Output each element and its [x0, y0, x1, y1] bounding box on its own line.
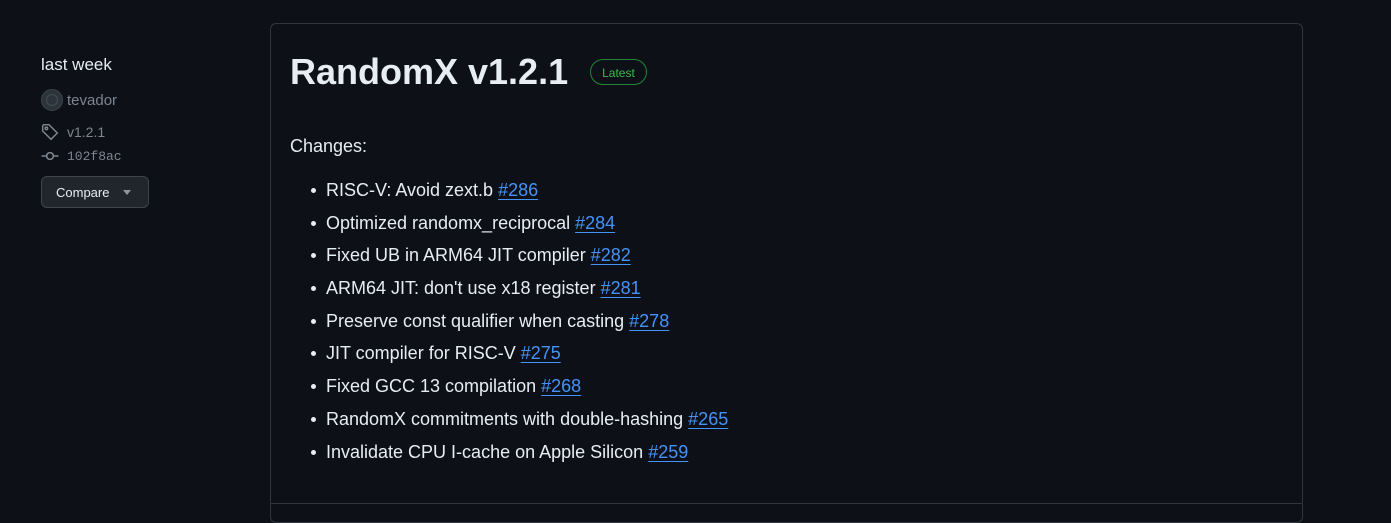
commit-row[interactable]: 102f8ac — [41, 144, 241, 168]
pr-link[interactable]: #259 — [648, 442, 688, 462]
changes-heading: Changes: — [290, 136, 368, 156]
change-item: Optimized randomx_reciprocal #284 — [310, 211, 728, 235]
pr-link[interactable]: #286 — [498, 180, 538, 200]
author-name[interactable]: tevador — [67, 92, 117, 109]
pr-link[interactable]: #275 — [521, 343, 561, 363]
release-header: RandomX v1.2.1 Latest — [290, 50, 647, 94]
change-item: Invalidate CPU I-cache on Apple Silicon #… — [310, 440, 728, 464]
pr-link[interactable]: #281 — [601, 278, 641, 298]
change-text: RISC-V: Avoid zext.b — [326, 180, 494, 200]
changes-list: RISC-V: Avoid zext.b #286 Optimized rando… — [290, 178, 728, 472]
avatar[interactable] — [41, 89, 63, 111]
pr-link[interactable]: #278 — [629, 311, 669, 331]
change-text: JIT compiler for RISC-V — [326, 343, 516, 364]
release-title[interactable]: RandomX v1.2.1 — [290, 50, 568, 94]
change-item: Fixed GCC 13 compilation #268 — [310, 374, 728, 398]
pr-link[interactable]: #265 — [688, 409, 728, 429]
tag-row[interactable]: v1.2.1 — [41, 120, 241, 144]
triangle-down-icon — [123, 189, 132, 195]
tag-icon — [41, 123, 59, 141]
change-item: Preserve const qualifier when casting #27… — [310, 309, 728, 333]
change-item: Fixed UB in ARM64 JIT compiler #282 — [310, 243, 728, 267]
author[interactable]: tevador — [41, 88, 241, 112]
change-text: RandomX commitments with double-hashing — [326, 408, 684, 429]
pr-link[interactable]: #268 — [541, 376, 581, 396]
change-text: ARM64 JIT: don't use x18 register — [326, 278, 596, 299]
change-item: JIT compiler for RISC-V #275 — [310, 341, 728, 365]
release-card: RandomX v1.2.1 Latest Changes: RISC-V: A… — [270, 23, 1303, 523]
commit-sha[interactable]: 102f8ac — [67, 149, 122, 164]
change-item: RandomX commitments with double-hashing #… — [310, 407, 728, 431]
change-text: Fixed UB in ARM64 JIT compiler — [326, 245, 586, 266]
release-sidebar: last week tevador v1.2.1 102f8ac Compare — [41, 52, 241, 208]
change-text: Optimized randomx_reciprocal — [326, 212, 571, 233]
compare-button[interactable]: Compare — [41, 176, 149, 208]
card-divider — [271, 503, 1302, 504]
change-item: RISC-V: Avoid zext.b #286 — [310, 178, 728, 202]
git-commit-icon — [41, 151, 59, 161]
release-time[interactable]: last week — [41, 52, 241, 78]
pr-link[interactable]: #282 — [591, 245, 631, 265]
pr-link[interactable]: #284 — [575, 213, 615, 233]
compare-label: Compare — [56, 184, 110, 200]
latest-badge: Latest — [590, 59, 647, 85]
tag-label[interactable]: v1.2.1 — [67, 124, 105, 140]
change-text: Invalidate CPU I-cache on Apple Silicon — [326, 441, 644, 462]
change-text: Fixed GCC 13 compilation — [326, 376, 537, 397]
change-item: ARM64 JIT: don't use x18 register #281 — [310, 276, 728, 300]
change-text: Preserve const qualifier when casting — [326, 310, 625, 331]
